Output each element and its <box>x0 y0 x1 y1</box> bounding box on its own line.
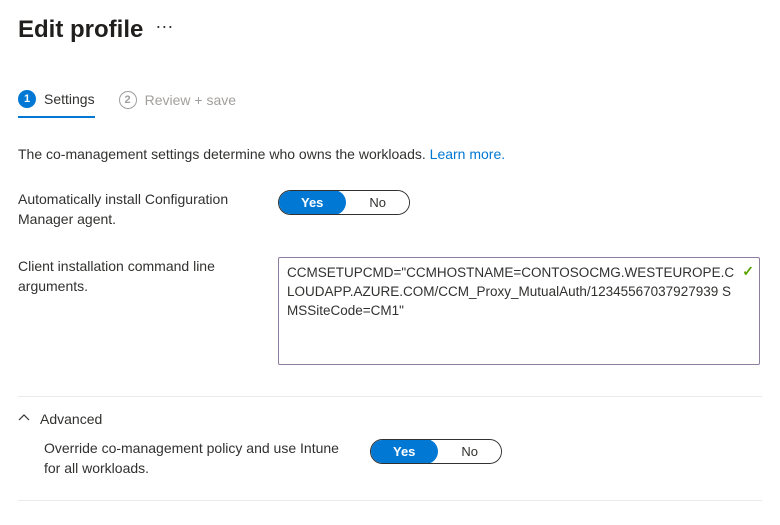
tab-settings[interactable]: 1 Settings <box>18 90 95 118</box>
tab-review-save[interactable]: 2 Review + save <box>119 91 236 117</box>
toggle-no[interactable]: No <box>438 440 501 463</box>
tab-label: Review + save <box>145 92 236 108</box>
chevron-up-icon <box>18 412 30 427</box>
override-label: Override co-management policy and use In… <box>44 439 370 478</box>
learn-more-link[interactable]: Learn more. <box>430 146 505 162</box>
auto-install-label: Automatically install Configuration Mana… <box>18 190 278 229</box>
auto-install-toggle[interactable]: Yes No <box>278 190 410 215</box>
advanced-section-toggle[interactable]: Advanced <box>18 411 762 427</box>
section-divider <box>18 500 762 501</box>
cmdline-label: Client installation command line argumen… <box>18 257 278 296</box>
toggle-yes[interactable]: Yes <box>370 439 438 464</box>
tab-label: Settings <box>44 91 95 107</box>
advanced-section-title: Advanced <box>40 411 102 427</box>
more-actions-button[interactable]: ··· <box>155 17 173 35</box>
tab-step-badge: 1 <box>18 90 36 108</box>
cmdline-input[interactable] <box>278 257 760 365</box>
toggle-yes[interactable]: Yes <box>278 190 346 215</box>
section-divider <box>18 396 762 397</box>
intro-text: The co-management settings determine who… <box>18 146 762 162</box>
page-title: Edit profile <box>18 16 143 44</box>
validation-check-icon: ✓ <box>742 263 754 280</box>
tab-step-badge: 2 <box>119 91 137 109</box>
wizard-tabs: 1 Settings 2 Review + save <box>18 90 762 118</box>
toggle-no[interactable]: No <box>346 191 409 214</box>
override-toggle[interactable]: Yes No <box>370 439 502 464</box>
